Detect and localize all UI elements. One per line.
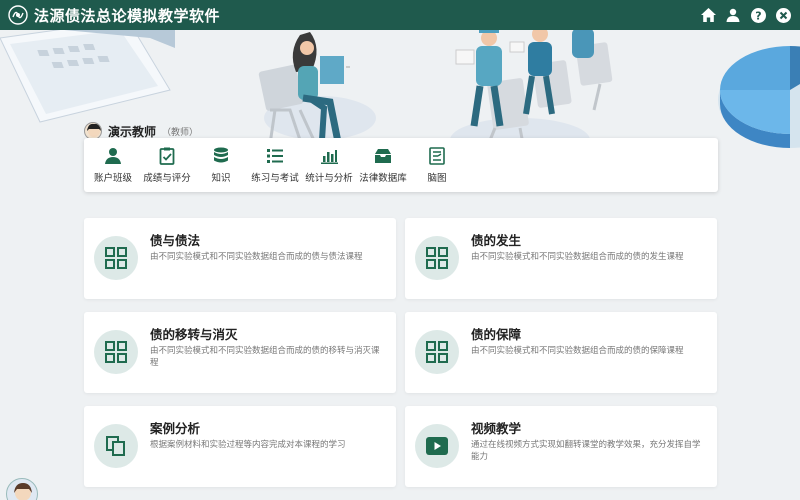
home-icon[interactable] xyxy=(699,6,717,24)
mindmap-icon xyxy=(429,147,445,165)
card-description: 由不同实验模式和不同实验数据组合而成的债与债法课程 xyxy=(150,252,363,262)
close-icon[interactable] xyxy=(774,6,792,24)
copy-documents-icon xyxy=(94,424,138,468)
card-title: 债与债法 xyxy=(150,233,201,248)
card-description: 通过在线视频方式实现如翻转课堂的教学效果，充分发挥自学能力 xyxy=(471,440,701,462)
course-card-debt-guarantee[interactable]: 债的保障 由不同实验模式和不同实验数据组合而成的债的保障课程 xyxy=(405,312,717,393)
law-database-icon xyxy=(375,149,391,163)
grade-clipboard-icon xyxy=(159,147,175,165)
nav-item-mindmap[interactable]: 脑图 xyxy=(410,138,464,192)
course-card-video-teaching[interactable]: 视频教学 通过在线视频方式实现如翻转课堂的教学效果，充分发挥自学能力 xyxy=(405,406,717,487)
user-name: 演示教师 xyxy=(108,124,157,139)
grid-icon xyxy=(94,330,138,374)
card-title: 视频教学 xyxy=(471,421,522,436)
card-description: 由不同实验模式和不同实验数据组合而成的债的发生课程 xyxy=(471,252,684,262)
knowledge-database-icon xyxy=(214,147,228,163)
card-description: 由不同实验模式和不同实验数据组合而成的债的移转与消灭课程 xyxy=(150,346,380,368)
nav-item-grades[interactable]: 成绩与评分 xyxy=(140,138,194,192)
course-card-case-analysis[interactable]: 案例分析 根据案例材料和实验过程等内容完成对本课程的学习 xyxy=(84,406,396,487)
svg-text:?: ? xyxy=(755,9,761,22)
nav-item-exercise-exam[interactable]: 练习与考试 xyxy=(248,138,302,192)
nav-item-account-class[interactable]: 账户班级 xyxy=(86,138,140,192)
assistant-avatar[interactable] xyxy=(6,478,38,500)
help-icon[interactable]: ? xyxy=(749,6,767,24)
course-card-debt-and-debt-law[interactable]: 债与债法 由不同实验模式和不同实验数据组合而成的债与债法课程 xyxy=(84,218,396,299)
card-description: 根据案例材料和实验过程等内容完成对本课程的学习 xyxy=(150,440,346,450)
title-bar: 法源债法总论模拟教学软件 ? xyxy=(0,0,800,30)
nav-item-statistics[interactable]: 统计与分析 xyxy=(302,138,356,192)
grid-icon xyxy=(94,236,138,280)
main-nav-toolbar: 账户班级 成绩与评分 知识 练习与考试 统计与分析 法律数据库 脑图 xyxy=(84,138,718,192)
app-title: 法源债法总论模拟教学软件 xyxy=(34,6,221,25)
card-title: 债的保障 xyxy=(471,327,522,342)
account-class-icon xyxy=(105,148,121,164)
user-icon[interactable] xyxy=(724,6,742,24)
video-play-icon xyxy=(415,424,459,468)
card-description: 由不同实验模式和不同实验数据组合而成的债的保障课程 xyxy=(471,346,684,356)
user-role: （教师） xyxy=(162,127,199,138)
app-logo xyxy=(8,5,28,25)
card-title: 债的发生 xyxy=(471,233,522,248)
card-title: 债的移转与消灭 xyxy=(150,327,238,342)
grid-icon xyxy=(415,330,459,374)
course-card-debt-occurrence[interactable]: 债的发生 由不同实验模式和不同实验数据组合而成的债的发生课程 xyxy=(405,218,717,299)
exercise-list-icon xyxy=(267,149,283,163)
grid-icon xyxy=(415,236,459,280)
course-card-debt-transfer-extinction[interactable]: 债的移转与消灭 由不同实验模式和不同实验数据组合而成的债的移转与消灭课程 xyxy=(84,312,396,393)
statistics-bar-icon xyxy=(321,150,338,164)
nav-item-law-database[interactable]: 法律数据库 xyxy=(356,138,410,192)
nav-item-knowledge[interactable]: 知识 xyxy=(194,138,248,192)
card-title: 案例分析 xyxy=(150,421,201,436)
